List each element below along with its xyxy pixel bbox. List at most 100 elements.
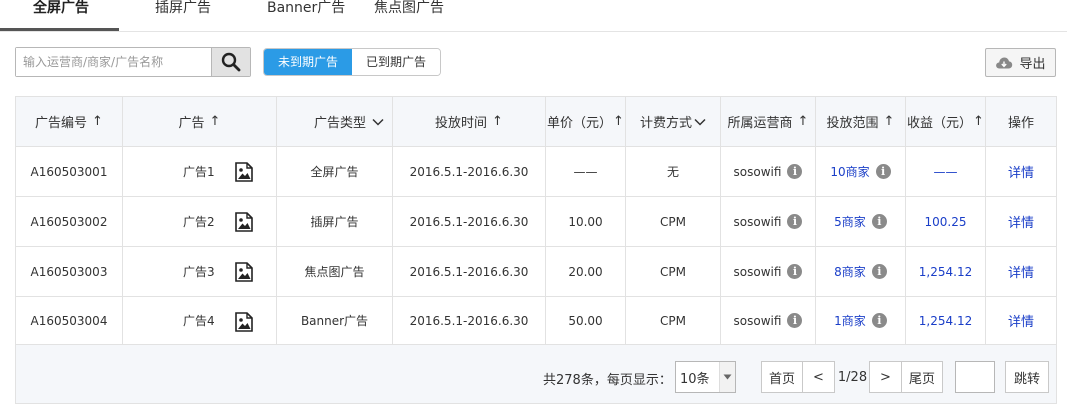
table-header-row: 广告编号 ↑ 广告 ↑ 广告类型 投放时间 ↑ 单价（元） ↑ 计费方式 所属运营商 ↑ … (16, 97, 1057, 147)
sort-arrow-icon: ↑ (492, 114, 503, 129)
ad-name: 广告1 (183, 165, 215, 179)
revenue-cell: 1,254.12 (906, 247, 986, 297)
delivery-time-cell: 2016.5.1-2016.6.30 (393, 147, 546, 197)
info-icon[interactable]: i (871, 214, 887, 229)
export-label: 导出 (1019, 57, 1046, 72)
ads-table: 广告编号 ↑ 广告 ↑ 广告类型 投放时间 ↑ 单价（元） ↑ 计费方式 所属运营商 ↑ … (15, 96, 1057, 345)
info-icon[interactable]: i (871, 313, 887, 328)
prev-page-button[interactable]: < (802, 361, 835, 393)
ad-name: 广告2 (183, 215, 215, 229)
ad-type-tabs: 全屏广告 插屏广告 Banner广告 焦点图广告 (0, 0, 1067, 32)
unit-price-cell: —— (546, 147, 626, 197)
header-delivery-range[interactable]: 投放范围 ↑ (816, 97, 906, 147)
header-ad-type[interactable]: 广告类型 (277, 97, 393, 147)
dropdown-caret-icon (719, 362, 735, 392)
active-tab-indicator (0, 28, 119, 31)
sort-arrow-icon: ↑ (797, 114, 809, 129)
revenue-cell: —— (906, 147, 986, 197)
revenue-cell: 1,254.12 (906, 297, 986, 345)
delivery-time-cell: 2016.5.1-2016.6.30 (393, 197, 546, 247)
table-row: A160503002 广告2 插屏广告 2016.5.1-2016.6.30 1… (16, 197, 1057, 247)
filter-unexpired-ads-button[interactable]: 未到期广告 (264, 49, 353, 75)
operator-cell: sosowifi i (721, 297, 816, 345)
header-actions: 操作 (986, 97, 1057, 147)
unit-price-cell: 10.00 (546, 197, 626, 247)
details-link[interactable]: 详情 (1008, 212, 1034, 231)
tab-banner-ad[interactable]: Banner广告 (267, 0, 345, 31)
image-icon[interactable] (235, 162, 253, 182)
delivery-range-cell: 8商家 i (816, 247, 906, 297)
pagination-bar: 共278条，每页显示： 10条 首页 < 1/28 > 尾页 跳转 (15, 345, 1057, 404)
last-page-button[interactable]: 尾页 (901, 361, 943, 393)
header-billing-method[interactable]: 计费方式 (626, 97, 721, 147)
details-link[interactable]: 详情 (1008, 262, 1034, 281)
details-link[interactable]: 详情 (1008, 311, 1034, 330)
header-ad[interactable]: 广告 ↑ (123, 97, 277, 147)
details-link[interactable]: 详情 (1008, 162, 1034, 181)
sort-arrow-icon: ↑ (92, 114, 103, 129)
actions-cell: 详情 (986, 197, 1057, 247)
delivery-range-cell: 5商家 i (816, 197, 906, 247)
next-page-button[interactable]: > (869, 361, 902, 393)
page-size-select[interactable]: 10条 (675, 361, 736, 393)
info-icon[interactable]: i (787, 313, 803, 328)
info-icon[interactable]: i (787, 214, 803, 229)
export-button[interactable]: 导出 (985, 48, 1056, 77)
header-ad-code[interactable]: 广告编号 ↑ (16, 97, 123, 147)
info-icon[interactable]: i (787, 164, 803, 179)
operator-cell: sosowifi i (721, 247, 816, 297)
revenue-cell: 100.25 (906, 197, 986, 247)
table-row: A160503001 广告1 全屏广告 2016.5.1-2016.6.30 —… (16, 147, 1057, 197)
delivery-time-cell: 2016.5.1-2016.6.30 (393, 297, 546, 345)
first-page-button[interactable]: 首页 (761, 361, 803, 393)
tab-focus-image-ad[interactable]: 焦点图广告 (374, 0, 444, 31)
info-icon[interactable]: i (875, 164, 891, 179)
jump-page-input[interactable] (955, 361, 995, 393)
info-icon[interactable]: i (871, 264, 887, 279)
delivery-range-cell: 1商家 i (816, 297, 906, 345)
cloud-download-icon (996, 57, 1013, 68)
ad-name: 广告4 (183, 314, 215, 328)
image-icon[interactable] (235, 212, 253, 232)
tab-interstitial-ad[interactable]: 插屏广告 (155, 0, 211, 31)
jump-button[interactable]: 跳转 (1005, 361, 1049, 393)
header-delivery-time[interactable]: 投放时间 ↑ (393, 97, 546, 147)
header-revenue[interactable]: 收益（元） ↑ (906, 97, 986, 147)
table-row: A160503003 广告3 焦点图广告 2016.5.1-2016.6.30 … (16, 247, 1057, 297)
page-indicator: 1/28 (837, 369, 868, 385)
table-row: A160503004 广告4 Banner广告 2016.5.1-2016.6.… (16, 297, 1057, 345)
sort-arrow-icon: ↑ (209, 114, 221, 129)
sort-arrow-icon: ↑ (883, 114, 895, 129)
ad-code-cell: A160503003 (16, 247, 123, 297)
billing-method-cell: CPM (626, 297, 721, 345)
image-icon[interactable] (235, 262, 253, 282)
search-input[interactable] (16, 48, 212, 76)
expiry-filter: 未到期广告 已到期广告 (263, 48, 442, 76)
merchant-count-link[interactable]: 5商家 (834, 213, 866, 230)
ad-code-cell: A160503001 (16, 147, 123, 197)
search-box (15, 47, 251, 77)
merchant-count-link[interactable]: 10商家 (830, 163, 869, 180)
operator-cell: sosowifi i (721, 147, 816, 197)
header-unit-price[interactable]: 单价（元） ↑ (546, 97, 626, 147)
ad-type-cell: 插屏广告 (277, 197, 393, 247)
unit-price-cell: 20.00 (546, 247, 626, 297)
header-operator[interactable]: 所属运营商 ↑ (721, 97, 816, 147)
billing-method-cell: CPM (626, 197, 721, 247)
filter-expired-ads-button[interactable]: 已到期广告 (352, 49, 441, 75)
merchant-count-link[interactable]: 8商家 (834, 263, 866, 280)
total-summary: 共278条，每页显示： (543, 373, 672, 388)
sort-arrow-icon: ↑ (613, 114, 624, 129)
ad-code-cell: A160503002 (16, 197, 123, 247)
merchant-count-link[interactable]: 1商家 (834, 312, 866, 329)
ad-cell: 广告3 (123, 247, 277, 297)
info-icon[interactable]: i (787, 264, 803, 279)
chevron-down-icon (372, 118, 384, 126)
ad-code-cell: A160503004 (16, 297, 123, 345)
search-button[interactable] (211, 48, 250, 76)
page-size-value: 10条 (680, 371, 710, 387)
operator-cell: sosowifi i (721, 197, 816, 247)
tab-fullscreen-ad[interactable]: 全屏广告 (33, 0, 89, 31)
ad-type-cell: 全屏广告 (277, 147, 393, 197)
image-icon[interactable] (235, 312, 253, 332)
